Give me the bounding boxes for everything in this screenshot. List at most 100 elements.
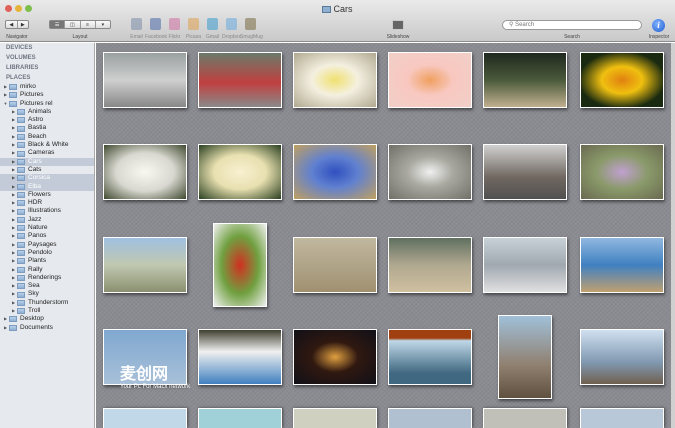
- sidebar-item-pictures-rel[interactable]: ▼ Pictures rel: [0, 100, 94, 108]
- share-picasa-icon[interactable]: [188, 18, 199, 30]
- share-smugmug-icon[interactable]: [245, 18, 256, 30]
- photo-thumbnail[interactable]: [483, 237, 567, 293]
- sidebar-item-cars[interactable]: ▶ Cars: [0, 157, 94, 166]
- sidebar-item-thunderstorm[interactable]: ▶ Thunderstorm: [0, 299, 94, 307]
- photo-thumbnail[interactable]: [198, 408, 282, 428]
- disclosure-triangle-icon[interactable]: ▶: [10, 207, 17, 215]
- sidebar-item-nature[interactable]: ▶ Nature: [0, 224, 94, 232]
- sidebar-section-places[interactable]: PLACES: [0, 73, 94, 83]
- sidebar-item-mirko[interactable]: ▶ mirko: [0, 83, 94, 91]
- grid-layout-icon[interactable]: ☰: [50, 21, 66, 28]
- sidebar-item-rally[interactable]: ▶ Rally: [0, 266, 94, 274]
- disclosure-triangle-icon[interactable]: ▶: [10, 232, 17, 240]
- navigator-control[interactable]: ◀ ▶: [5, 20, 29, 29]
- disclosure-triangle-icon[interactable]: ▶: [10, 274, 17, 282]
- sidebar-item-documents[interactable]: ▶ Documents: [0, 324, 94, 332]
- photo-thumbnail[interactable]: [580, 144, 664, 200]
- photo-thumbnail[interactable]: [213, 223, 267, 307]
- photo-thumbnail[interactable]: [103, 144, 187, 200]
- photo-thumbnail[interactable]: [580, 408, 664, 428]
- sidebar-item-pendolo[interactable]: ▶ Pendolo: [0, 249, 94, 257]
- sidebar-item-sky[interactable]: ▶ Sky: [0, 290, 94, 298]
- disclosure-triangle-icon[interactable]: ▶: [10, 307, 17, 315]
- photo-thumbnail[interactable]: [293, 144, 377, 200]
- photo-thumbnail[interactable]: [388, 408, 472, 428]
- sidebar-item-animals[interactable]: ▶ Animals: [0, 108, 94, 116]
- disclosure-triangle-icon[interactable]: ▶: [10, 216, 17, 224]
- photo-thumbnail[interactable]: [580, 329, 664, 385]
- photo-thumbnail[interactable]: [293, 408, 377, 428]
- sidebar-item-plants[interactable]: ▶ Plants: [0, 257, 94, 265]
- photo-thumbnail[interactable]: [580, 52, 664, 108]
- share-gmail-icon[interactable]: [207, 18, 218, 30]
- forward-icon[interactable]: ▶: [18, 21, 29, 28]
- sidebar-item-cameras[interactable]: ▶ Cameras: [0, 149, 94, 157]
- disclosure-triangle-icon[interactable]: ▶: [10, 108, 17, 116]
- disclosure-triangle-icon[interactable]: ▶: [10, 299, 17, 307]
- disclosure-triangle-icon[interactable]: ▼: [2, 100, 9, 108]
- disclosure-triangle-icon[interactable]: ▶: [10, 124, 17, 132]
- sidebar-item-sea[interactable]: ▶ Sea: [0, 282, 94, 290]
- share-facebook-icon[interactable]: [150, 18, 161, 30]
- disclosure-triangle-icon[interactable]: ▶: [2, 315, 9, 323]
- sidebar-item-black-white[interactable]: ▶ Black & White: [0, 141, 94, 149]
- photo-thumbnail[interactable]: [198, 144, 282, 200]
- share-dropbox-icon[interactable]: [226, 18, 237, 30]
- inspector-icon[interactable]: i: [652, 19, 665, 32]
- disclosure-triangle-icon[interactable]: ▶: [10, 290, 17, 298]
- photo-thumbnail[interactable]: [103, 237, 187, 293]
- sidebar-item-paysages[interactable]: ▶ Paysages: [0, 241, 94, 249]
- disclosure-triangle-icon[interactable]: ▶: [2, 91, 9, 99]
- sidebar-item-bastia[interactable]: ▶ Bastia: [0, 124, 94, 132]
- sidebar-section-libraries[interactable]: LIBRARIES: [0, 63, 94, 73]
- disclosure-triangle-icon[interactable]: ▶: [10, 282, 17, 290]
- disclosure-triangle-icon[interactable]: ▶: [10, 116, 17, 124]
- disclosure-triangle-icon[interactable]: ▶: [10, 266, 17, 274]
- photo-thumbnail[interactable]: [498, 315, 552, 399]
- disclosure-triangle-icon[interactable]: ▶: [10, 241, 17, 249]
- disclosure-triangle-icon[interactable]: ▶: [10, 174, 17, 182]
- sidebar-item-beach[interactable]: ▶ Beach: [0, 133, 94, 141]
- search-input[interactable]: ⚲ Search: [502, 20, 642, 30]
- disclosure-triangle-icon[interactable]: ▶: [10, 257, 17, 265]
- sidebar-section-volumes[interactable]: VOLUMES: [0, 53, 94, 63]
- disclosure-triangle-icon[interactable]: ▶: [10, 199, 17, 207]
- layout-control[interactable]: ☰ ◫ ≡ ▾: [49, 20, 111, 29]
- back-icon[interactable]: ◀: [6, 21, 18, 28]
- sidebar-item-jazz[interactable]: ▶ Jazz: [0, 216, 94, 224]
- split-layout-icon[interactable]: ◫: [65, 21, 81, 28]
- sidebar-item-cats[interactable]: ▶ Cats: [0, 166, 94, 174]
- disclosure-triangle-icon[interactable]: ▶: [10, 166, 17, 174]
- photo-thumbnail[interactable]: [103, 408, 187, 428]
- photo-thumbnail[interactable]: [388, 52, 472, 108]
- photo-thumbnail[interactable]: [293, 52, 377, 108]
- photo-thumbnail[interactable]: [483, 144, 567, 200]
- disclosure-triangle-icon[interactable]: ▶: [10, 249, 17, 257]
- photo-thumbnail[interactable]: [103, 52, 187, 108]
- sidebar-item-pictures[interactable]: ▶ Pictures: [0, 91, 94, 99]
- photo-thumbnail[interactable]: [388, 144, 472, 200]
- share-email-icon[interactable]: [131, 18, 142, 30]
- sidebar-item-corsica[interactable]: ▶ Corsica: [0, 174, 94, 183]
- disclosure-triangle-icon[interactable]: ▶: [10, 133, 17, 141]
- sidebar-item-hdr[interactable]: ▶ HDR: [0, 199, 94, 207]
- sidebar-item-troll[interactable]: ▶ Troll: [0, 307, 94, 315]
- disclosure-triangle-icon[interactable]: ▶: [10, 224, 17, 232]
- list-layout-icon[interactable]: ≡: [81, 21, 96, 28]
- pin-layout-icon[interactable]: ▾: [96, 21, 110, 28]
- disclosure-triangle-icon[interactable]: ▶: [10, 141, 17, 149]
- disclosure-triangle-icon[interactable]: ▶: [2, 83, 9, 91]
- photo-thumbnail[interactable]: [580, 237, 664, 293]
- disclosure-triangle-icon[interactable]: ▶: [10, 183, 17, 191]
- sidebar-item-elba[interactable]: ▶ Elba: [0, 182, 94, 191]
- disclosure-triangle-icon[interactable]: ▶: [10, 158, 17, 166]
- photo-thumbnail[interactable]: [198, 329, 282, 385]
- share-flickr-icon[interactable]: [169, 18, 180, 30]
- photo-thumbnail[interactable]: [293, 237, 377, 293]
- sidebar-item-desktop[interactable]: ▶ Desktop: [0, 315, 94, 323]
- photo-thumbnail[interactable]: [483, 52, 567, 108]
- photo-thumbnail[interactable]: [388, 237, 472, 293]
- sidebar-item-renderings[interactable]: ▶ Renderings: [0, 274, 94, 282]
- sidebar-item-flowers[interactable]: ▶ Flowers: [0, 191, 94, 199]
- sidebar-item-illustrations[interactable]: ▶ Illustrations: [0, 207, 94, 215]
